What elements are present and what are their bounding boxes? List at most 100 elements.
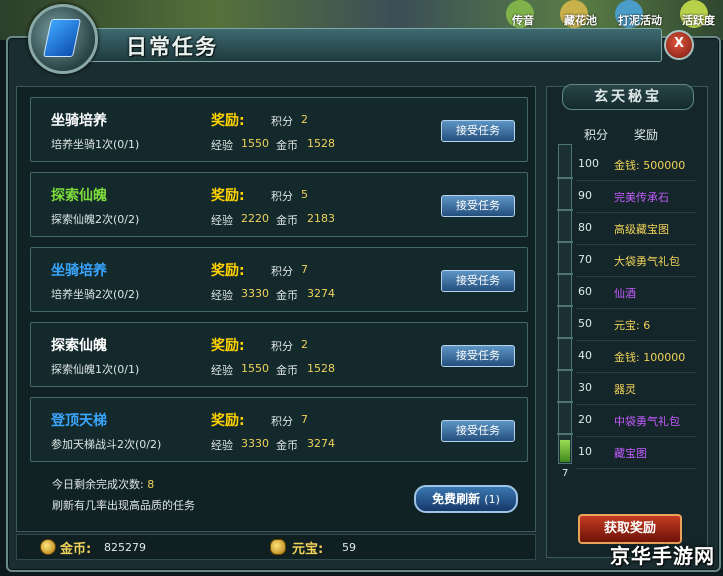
reward-label: 奖励:	[211, 188, 245, 204]
reward-row: 70 大袋勇气礼包	[576, 245, 696, 277]
task-name: 探索仙魄	[51, 188, 107, 204]
reward-points: 40	[578, 349, 592, 362]
points-value: 2	[301, 113, 308, 126]
points-progress-bar	[557, 144, 573, 464]
points-header: 积分	[584, 128, 609, 142]
progress-notch	[557, 209, 573, 211]
exp-value: 2220	[241, 212, 269, 225]
reward-header: 奖励	[634, 128, 659, 142]
accept-task-button[interactable]: 接受任务	[441, 420, 515, 442]
reward-points: 30	[578, 381, 592, 394]
reward-points: 100	[578, 157, 599, 170]
task-row: 探索仙魄 探索仙魄1次(0/1) 奖励: 积分 2 经验 1550 金币 152…	[30, 322, 528, 387]
reward-row: 50 元宝: 6	[576, 309, 696, 341]
points-label: 积分	[271, 115, 293, 128]
reward-points: 20	[578, 413, 592, 426]
progress-fill	[560, 440, 570, 462]
progress-notch	[557, 337, 573, 339]
accept-task-button[interactable]: 接受任务	[441, 195, 515, 217]
window-title: 日常任务	[126, 35, 218, 59]
accept-task-button[interactable]: 接受任务	[441, 270, 515, 292]
close-button[interactable]: X	[664, 30, 694, 60]
reward-points: 10	[578, 445, 592, 458]
currency-gold-label: 金币:	[60, 542, 92, 557]
task-name: 探索仙魄	[51, 338, 107, 354]
accept-task-button[interactable]: 接受任务	[441, 120, 515, 142]
top-label-1: 藏花池	[564, 14, 597, 27]
reward-row: 90 完美传承石	[576, 181, 696, 213]
free-refresh-button[interactable]: 免费刷新 (1)	[414, 485, 518, 513]
reward-item: 中袋勇气礼包	[614, 415, 680, 428]
top-label-3: 活跃度	[682, 14, 715, 27]
exp-value: 3330	[241, 287, 269, 300]
task-desc: 探索仙魄1次(0/1)	[51, 363, 140, 376]
progress-notch	[557, 369, 573, 371]
task-name: 坐骑培养	[51, 263, 107, 279]
points-label: 积分	[271, 190, 293, 203]
progress-notch	[557, 305, 573, 307]
gold-coin-icon	[40, 539, 56, 555]
points-value: 2	[301, 338, 308, 351]
gold-label: 金币	[276, 289, 298, 302]
points-label: 积分	[271, 415, 293, 428]
progress-notch	[557, 433, 573, 435]
remaining-label: 今日剩余完成次数:	[52, 478, 144, 491]
exp-label: 经验	[211, 214, 233, 227]
points-value: 7	[301, 263, 308, 276]
points-label: 积分	[271, 265, 293, 278]
points-value: 5	[301, 188, 308, 201]
currency-gold-value: 825279	[104, 541, 146, 554]
gold-value: 1528	[307, 362, 335, 375]
top-label-0: 传音	[512, 14, 534, 27]
watermark: 京华手游网	[610, 544, 715, 568]
gold-value: 2183	[307, 212, 335, 225]
reward-row: 60 仙酒	[576, 277, 696, 309]
accept-task-button[interactable]: 接受任务	[441, 345, 515, 367]
reward-points: 60	[578, 285, 592, 298]
exp-label: 经验	[211, 139, 233, 152]
reward-label: 奖励:	[211, 113, 245, 129]
reward-row: 10 藏宝图	[576, 437, 696, 469]
reward-row: 40 金钱: 100000	[576, 341, 696, 373]
points-label: 积分	[271, 340, 293, 353]
progress-notch	[557, 241, 573, 243]
exp-value: 3330	[241, 437, 269, 450]
exp-label: 经验	[211, 289, 233, 302]
treasure-title: 玄天秘宝	[562, 84, 694, 110]
book-icon	[28, 4, 98, 74]
reward-label: 奖励:	[211, 413, 245, 429]
top-label-2: 打泥活动	[618, 14, 662, 27]
reward-item: 金钱: 100000	[614, 351, 686, 364]
currency-yuanbao-value: 59	[342, 541, 356, 554]
gold-label: 金币	[276, 439, 298, 452]
task-row: 探索仙魄 探索仙魄2次(0/2) 奖励: 积分 5 经验 2220 金币 218…	[30, 172, 528, 237]
task-row: 坐骑培养 培养坐骑2次(0/2) 奖励: 积分 7 经验 3330 金币 327…	[30, 247, 528, 312]
task-desc: 探索仙魄2次(0/2)	[51, 213, 140, 226]
reward-points: 70	[578, 253, 592, 266]
progress-notch	[557, 177, 573, 179]
exp-value: 1550	[241, 362, 269, 375]
task-desc: 培养坐骑1次(0/1)	[51, 138, 140, 151]
gold-label: 金币	[276, 364, 298, 377]
current-points: 7	[562, 468, 569, 479]
task-name: 坐骑培养	[51, 113, 107, 129]
reward-item: 高级藏宝图	[614, 223, 669, 236]
reward-points: 50	[578, 317, 592, 330]
progress-notch	[557, 401, 573, 403]
gold-label: 金币	[276, 139, 298, 152]
remaining-count: 今日剩余完成次数: 8	[52, 476, 154, 492]
exp-label: 经验	[211, 439, 233, 452]
refresh-count: (1)	[484, 493, 500, 506]
yuanbao-icon	[270, 539, 286, 555]
points-value: 7	[301, 413, 308, 426]
reward-item: 完美传承石	[614, 191, 669, 204]
gold-value: 3274	[307, 287, 335, 300]
reward-points: 90	[578, 189, 592, 202]
reward-label: 奖励:	[211, 338, 245, 354]
refresh-label: 免费刷新	[432, 492, 481, 506]
reward-row: 100 金钱: 500000	[576, 149, 696, 181]
reward-item: 大袋勇气礼包	[614, 255, 680, 268]
reward-label: 奖励:	[211, 263, 245, 279]
reward-row: 20 中袋勇气礼包	[576, 405, 696, 437]
reward-item: 藏宝图	[614, 447, 647, 460]
